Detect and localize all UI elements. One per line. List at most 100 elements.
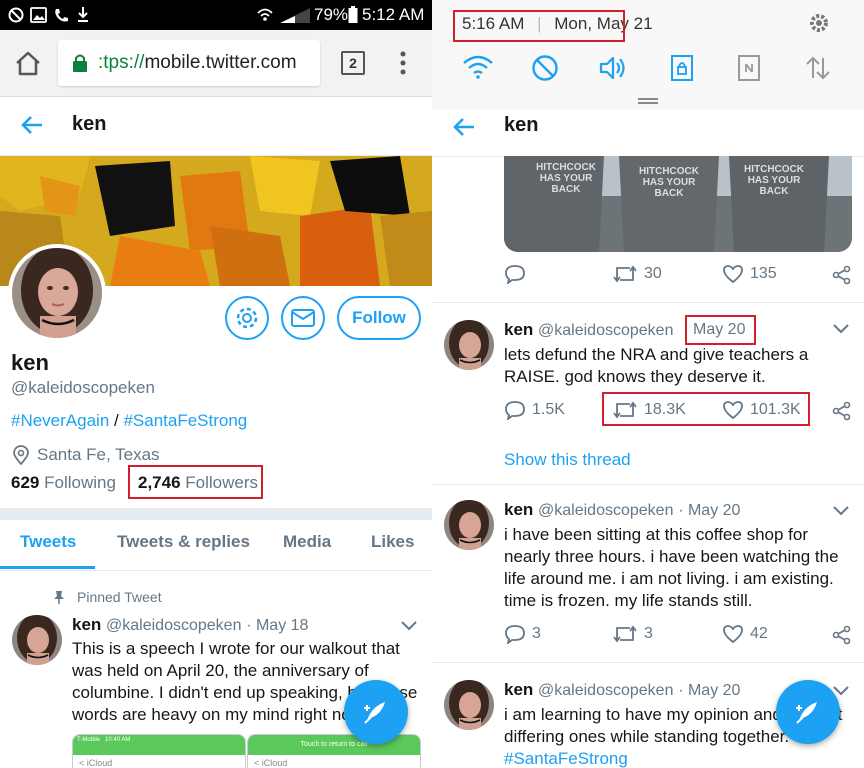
tweet-author-handle: @kaleidoscopeken — [538, 682, 674, 699]
retweet-action[interactable]: 3 — [612, 624, 653, 644]
avatar-photo — [12, 615, 62, 665]
status-bar: 79% 5:12 AM — [0, 0, 432, 30]
pinned-label: Pinned Tweet — [77, 589, 162, 605]
show-thread-link[interactable]: Show this thread — [504, 450, 631, 470]
reply-icon — [505, 265, 525, 284]
followers-highlight-box — [128, 465, 263, 499]
back-arrow-icon[interactable] — [20, 114, 44, 136]
message-button[interactable] — [281, 296, 325, 340]
tab-media[interactable]: Media — [283, 532, 331, 552]
hashtag-neveragain[interactable]: #NeverAgain — [11, 411, 109, 430]
tweet-meta: ken @kaleidoscopeken · May 20 — [504, 680, 740, 700]
status-time: 5:12 AM — [362, 5, 425, 24]
like-action[interactable]: 42 — [722, 624, 768, 644]
profile-header: ken — [432, 110, 864, 157]
compose-feather-icon — [796, 702, 817, 724]
location-pin-icon — [13, 445, 29, 465]
lock-icon — [73, 54, 87, 72]
profile-header: ken — [0, 97, 432, 156]
tweet-line: was held on April 20, the anniversary of — [72, 661, 369, 680]
reply-icon — [505, 401, 525, 420]
shirt-text-1: HITCHCOCK HAS YOUR BACK — [536, 162, 596, 195]
settings-button[interactable] — [225, 296, 269, 340]
shirt-text-3: HITCHCOCK HAS YOUR BACK — [744, 164, 804, 197]
tweet-divider — [432, 484, 864, 485]
reply-action[interactable]: 1.5K — [504, 400, 565, 420]
profile-avatar[interactable] — [8, 244, 106, 342]
tab-tweets[interactable]: Tweets — [20, 532, 76, 552]
tweet-avatar[interactable] — [444, 680, 494, 730]
follow-button[interactable]: Follow — [337, 296, 421, 340]
nfc-icon[interactable] — [737, 54, 761, 82]
share-icon[interactable] — [832, 625, 852, 645]
tweet-text: i have been sitting at this coffee shop … — [504, 525, 839, 610]
sound-icon[interactable] — [598, 54, 628, 82]
chevron-down-icon[interactable] — [832, 323, 850, 335]
hashtag-santafestrong[interactable]: #SantaFeStrong — [504, 748, 842, 768]
more-vert-icon[interactable] — [398, 50, 408, 76]
tab-count-button[interactable]: 2 — [341, 51, 365, 75]
like-action[interactable]: 135 — [722, 264, 777, 284]
shade-drag-handle[interactable] — [638, 98, 658, 104]
retweet-icon — [613, 625, 637, 643]
tweet-image-2[interactable]: Touch to return to call < iCloud — [247, 734, 421, 768]
signal-icon — [280, 8, 310, 23]
tweet-divider — [432, 302, 864, 303]
share-icon[interactable] — [832, 401, 852, 421]
phone-icon — [55, 9, 68, 22]
tweet-image-1[interactable]: T-Mobile 10:40 AM < iCloud — [72, 734, 246, 768]
tweet-author-name[interactable]: ken — [72, 615, 101, 634]
wifi-icon[interactable] — [462, 54, 494, 80]
quick-settings-panel: 5:16 AM | Mon, May 21 — [432, 0, 864, 110]
following-stat[interactable]: 629 Following — [11, 473, 116, 493]
avatar-photo — [444, 500, 494, 550]
share-icon[interactable] — [832, 265, 852, 285]
tweet-avatar[interactable] — [444, 320, 494, 370]
compose-feather-icon — [364, 702, 385, 724]
screen-lock-icon[interactable] — [670, 54, 694, 82]
tweet-author-handle: @kaleidoscopeken — [106, 617, 242, 634]
avatar-photo — [444, 680, 494, 730]
tweet-author-handle: @kaleidoscopeken — [538, 502, 674, 519]
gear-icon[interactable] — [809, 13, 829, 33]
tweet-author-name[interactable]: ken — [504, 320, 533, 339]
pinned-tweet-avatar[interactable] — [12, 615, 62, 665]
engagement-highlight-box — [602, 392, 810, 426]
mobile-data-icon[interactable] — [804, 54, 832, 82]
reply-action[interactable] — [504, 264, 532, 284]
home-icon[interactable] — [14, 50, 42, 76]
battery-percent: 79% — [314, 5, 349, 24]
download-icon — [78, 7, 88, 22]
tweet-author-name[interactable]: ken — [504, 680, 533, 699]
date-highlight-box — [685, 315, 756, 345]
envelope-icon — [291, 309, 315, 327]
retweet-action[interactable]: 30 — [612, 264, 662, 284]
tab-likes[interactable]: Likes — [371, 532, 414, 552]
chevron-down-icon[interactable] — [832, 505, 850, 517]
tweet-author-handle: @kaleidoscopeken — [538, 322, 674, 339]
tweet-date: · May 20 — [678, 682, 741, 699]
reply-action[interactable]: 3 — [504, 624, 541, 644]
thumb-status-bar: T-Mobile 10:40 AM — [73, 735, 245, 746]
battery-icon — [348, 6, 358, 23]
tab-tweets-and-replies[interactable]: Tweets & replies — [117, 532, 250, 552]
compose-tweet-button[interactable] — [344, 680, 408, 744]
do-not-disturb-icon — [8, 7, 24, 23]
url-text: :tps://mobile.twitter.com — [98, 52, 297, 74]
compose-tweet-button[interactable] — [776, 680, 840, 744]
do-not-disturb-icon[interactable] — [531, 54, 559, 82]
tweet-avatar[interactable] — [444, 500, 494, 550]
tweet-meta: ken @kaleidoscopeken — [504, 320, 673, 340]
back-arrow-icon[interactable] — [452, 116, 476, 138]
tweet-author-name[interactable]: ken — [504, 500, 533, 519]
hashtag-santafestrong[interactable]: #SantaFeStrong — [123, 411, 247, 430]
chevron-down-icon[interactable] — [400, 620, 418, 632]
url-domain: mobile.twitter.com — [144, 52, 297, 73]
tweet-photo[interactable]: HITCHCOCK HAS YOUR BACK HITCHCOCK HAS YOUR B… — [504, 156, 852, 252]
section-divider — [0, 508, 432, 520]
pinned-tweet-meta: ken @kaleidoscopeken · May 18 — [72, 615, 308, 635]
url-bar[interactable]: :tps://mobile.twitter.com — [58, 40, 320, 86]
profile-location: Santa Fe, Texas — [37, 445, 160, 464]
thumb-back: < iCloud — [79, 758, 113, 768]
tweet-text: lets defund the NRA and give teachers a … — [504, 345, 809, 386]
